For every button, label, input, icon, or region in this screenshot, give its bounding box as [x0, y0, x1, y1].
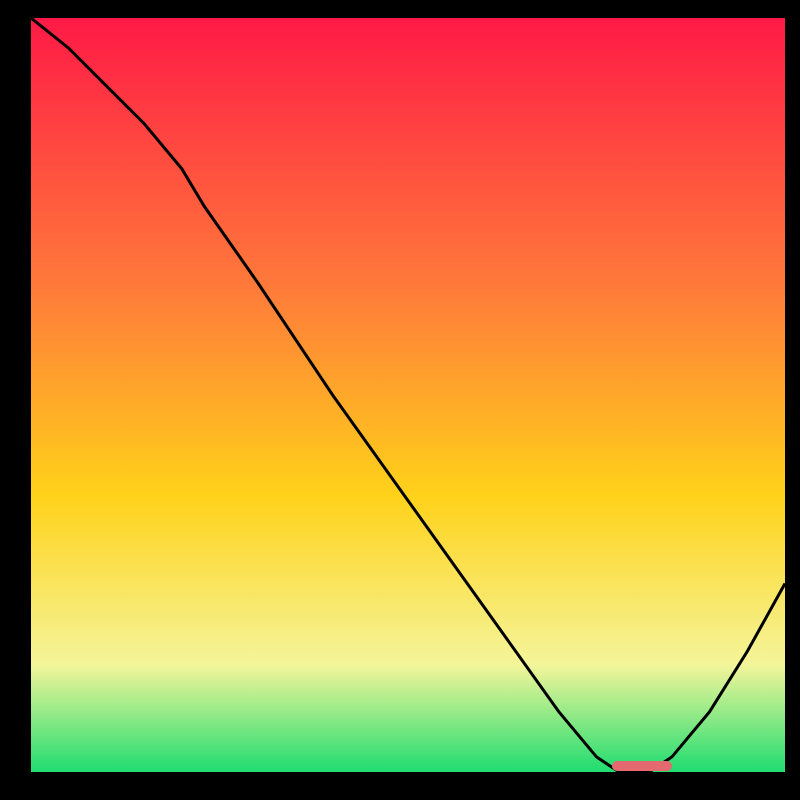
bottleneck-curve-plot — [15, 18, 785, 788]
chart-frame: TheBottleneck.com — [15, 18, 785, 788]
optimal-range-marker — [612, 761, 672, 771]
x-axis — [15, 772, 785, 788]
y-axis — [15, 18, 31, 788]
gradient-background — [15, 18, 785, 788]
